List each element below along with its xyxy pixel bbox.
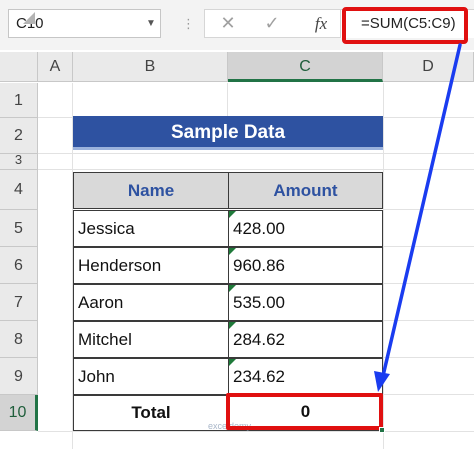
arrow-line <box>381 43 462 378</box>
annotation-arrow <box>374 43 462 392</box>
arrow-head-icon <box>374 371 390 392</box>
